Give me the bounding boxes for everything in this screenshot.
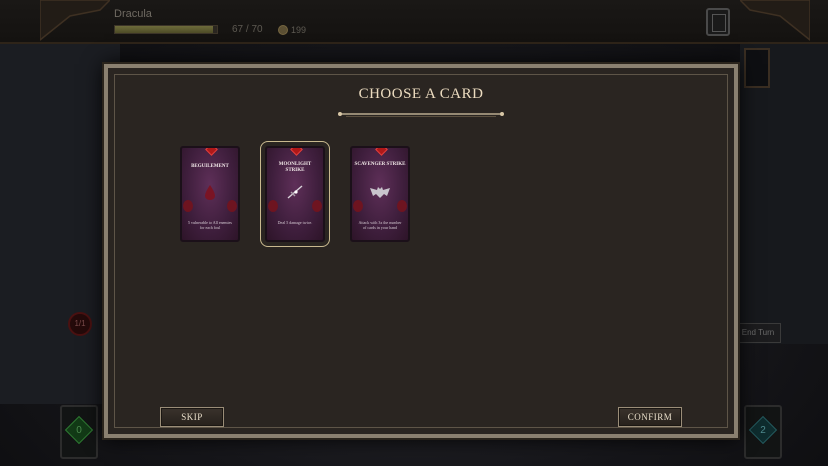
- card-cost-gem-icon: [290, 148, 303, 156]
- rose-icon: [268, 200, 278, 212]
- blood-drop-icon: [205, 185, 215, 200]
- card-cost-gem-icon: [205, 148, 218, 156]
- card-description: Deal 5 damage twice.: [277, 220, 313, 225]
- rose-icon: [183, 200, 193, 212]
- rose-icon: [397, 200, 407, 212]
- discard-pile[interactable]: 2: [744, 405, 782, 459]
- title-divider-icon: [338, 112, 504, 117]
- health-bar-fill: [115, 26, 213, 33]
- rose-icon: [353, 200, 363, 212]
- hud-ornament-left-icon: [40, 0, 110, 41]
- health-text: 67 / 70: [232, 24, 263, 35]
- card-description: 5 vulnerable to All enemies for each fou…: [188, 220, 232, 230]
- rose-icon: [312, 200, 322, 212]
- card-option-moonlight-strike[interactable]: MOONLIGHT STRIKE Deal 5 damage twice.: [260, 141, 330, 247]
- draw-pile-count: 0: [76, 425, 82, 436]
- end-turn-button[interactable]: End Turn: [735, 323, 781, 343]
- draw-pile[interactable]: 0: [60, 405, 98, 459]
- sword-icon: [287, 185, 303, 199]
- card-description: Attack with 3x the number of cards in yo…: [358, 220, 402, 230]
- gold-amount: 199: [291, 25, 307, 35]
- modal-title: CHOOSE A CARD: [358, 86, 484, 102]
- card-cost-gem-icon: [375, 148, 388, 156]
- card-option-beguilement[interactable]: BEGUILEMENT 5 vulnerable to All enemies …: [180, 146, 240, 242]
- hud-ornament-right-icon: [740, 0, 810, 41]
- confirm-button[interactable]: CONFIRM: [618, 407, 682, 427]
- rose-icon: [227, 200, 237, 212]
- top-hud: Dracula 67 / 70 199: [0, 0, 828, 44]
- deck-icon[interactable]: [706, 8, 730, 36]
- card-name: BEGUILEMENT: [191, 164, 229, 169]
- game-screen: Dracula 67 / 70 199 1/1 0 2 End Turn CHO…: [0, 0, 828, 466]
- bat-icon: [370, 187, 390, 198]
- energy-orb: 1/1: [68, 312, 92, 336]
- card-option-scavenger-strike[interactable]: SCAVENGER STRIKE Attack with 3x the numb…: [350, 146, 410, 242]
- player-name: Dracula: [114, 8, 152, 20]
- health-bar: [114, 25, 218, 34]
- background-window: [744, 48, 770, 88]
- background-building-left: [0, 44, 120, 404]
- discard-pile-count: 2: [760, 425, 766, 436]
- background-building-right: [740, 44, 828, 344]
- skip-button[interactable]: SKIP: [160, 407, 224, 427]
- card-reward-modal: CHOOSE A CARD BEGUILEMENT 5 vulnerable t…: [104, 64, 738, 438]
- gold-coin-icon: [278, 25, 288, 35]
- card-name: MOONLIGHT STRIKE: [278, 162, 312, 173]
- card-name: SCAVENGER STRIKE: [354, 162, 406, 167]
